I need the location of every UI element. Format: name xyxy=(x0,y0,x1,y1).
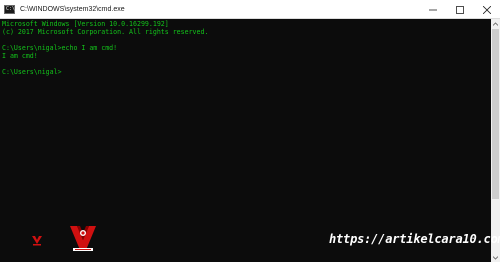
minimize-icon xyxy=(428,9,437,10)
console-line: I am cmd! xyxy=(2,52,38,60)
minimize-button[interactable] xyxy=(419,0,446,19)
scrollbar-thumb[interactable] xyxy=(492,29,499,199)
close-icon xyxy=(482,5,491,14)
window-title: C:\WINDOWS\system32\cmd.exe xyxy=(20,5,125,13)
cmd-icon[interactable]: C:\ xyxy=(4,4,16,14)
artikelcara-logo xyxy=(70,226,96,251)
title-bar[interactable]: C:\ C:\WINDOWS\system32\cmd.exe xyxy=(0,0,500,19)
chevron-down-icon xyxy=(493,255,498,260)
window-controls xyxy=(419,0,500,19)
close-button[interactable] xyxy=(473,0,500,19)
maximize-button[interactable] xyxy=(446,0,473,19)
cmd-icon-glyph: C:\ xyxy=(6,5,16,12)
maximize-icon xyxy=(455,5,464,14)
scroll-up-button[interactable] xyxy=(491,19,500,28)
scroll-down-button[interactable] xyxy=(491,253,500,262)
console-line: (c) 2017 Microsoft Corporation. All righ… xyxy=(2,28,209,36)
vertical-scrollbar[interactable] xyxy=(491,19,500,262)
chevron-up-icon xyxy=(493,21,498,26)
console-prompt: C:\Users\nigal> xyxy=(2,68,62,76)
console-line: C:\Users\nigal>echo I am cmd! xyxy=(2,44,118,52)
watermark-url: https://artikelcara10.com xyxy=(329,232,500,246)
console-line: Microsoft Windows [Version 10.0.16299.19… xyxy=(2,20,169,28)
red-arrow-icon xyxy=(32,236,42,246)
